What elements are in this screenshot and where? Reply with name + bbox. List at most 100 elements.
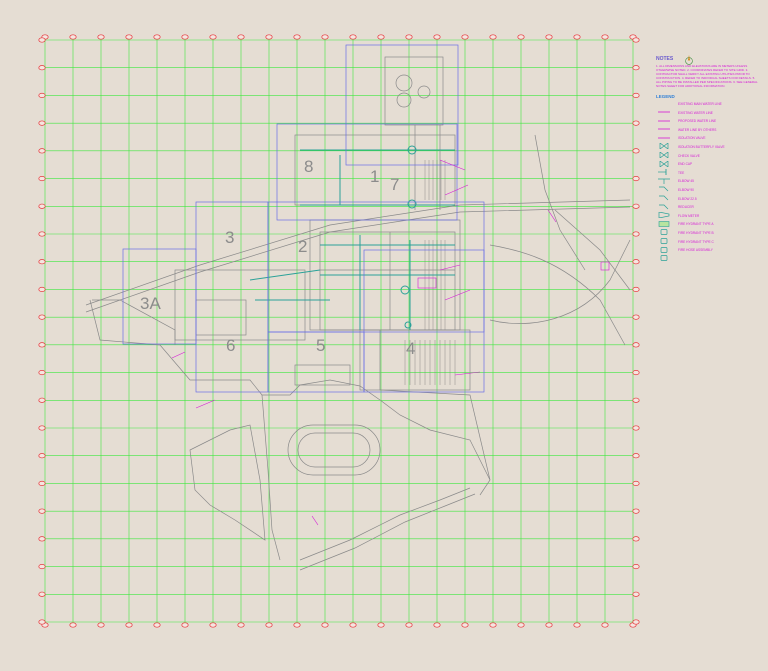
legend-item-label: FIRE HOSE ASSEMBLY — [678, 248, 713, 253]
running-track — [287, 424, 381, 476]
grid-bubble — [632, 425, 640, 431]
zone-6-label: 6 — [226, 336, 235, 355]
grid-bubble — [349, 622, 357, 628]
zone-3a-label: 3A — [140, 294, 161, 313]
grid-bubble — [38, 286, 46, 292]
zone-1-label: 1 — [370, 167, 379, 186]
hydrant-icon — [658, 240, 670, 253]
legend-item-label: FIRE HYDRANT TYPE C — [678, 239, 714, 244]
grid-bubble — [69, 622, 77, 628]
grid-bubble — [38, 480, 46, 486]
grid-bubble — [38, 619, 46, 625]
grid-bubble — [209, 34, 217, 40]
grid-bubble — [38, 591, 46, 597]
legend-item: FLOW METER — [652, 213, 764, 227]
grid-bubble — [632, 480, 640, 486]
grid-bubble — [69, 34, 77, 40]
grid-bubble — [632, 370, 640, 376]
hydrant-icon — [658, 231, 670, 244]
legend-item: FIRE HYDRANT TYPE C — [652, 239, 764, 253]
grid-bubble — [97, 622, 105, 628]
zone-numbers: 1 2 3 3A 4 5 6 7 8 — [140, 157, 415, 358]
legend-item: ISOLATION VALVE — [652, 135, 764, 151]
grid-bubble — [632, 342, 640, 348]
interchange-road-2 — [554, 209, 631, 291]
grid-bubble — [632, 397, 640, 403]
zone-8-label: 8 — [304, 157, 313, 176]
grid-bubble — [573, 622, 581, 628]
grid-bubble — [38, 203, 46, 209]
tee-icon — [658, 171, 670, 184]
southern-road — [299, 487, 471, 561]
grid-bubble — [38, 508, 46, 514]
grid-bubble — [38, 231, 46, 237]
grid-bubble — [433, 34, 441, 40]
legend-item: EXISTING MAIN WATER LINE — [652, 101, 764, 113]
grid-bubble — [461, 34, 469, 40]
grid-bubble — [545, 34, 553, 40]
grid-bubble — [632, 120, 640, 126]
grid-bubble — [632, 176, 640, 182]
elbow-icon — [658, 197, 670, 209]
grid-bubble — [461, 622, 469, 628]
legend-item: WATER LINE BY OTHERS — [652, 127, 764, 139]
southern-road-edge — [299, 493, 476, 571]
grid-bubble — [632, 453, 640, 459]
tank-3 — [417, 85, 431, 99]
legend-item: ELBOW 22.5 — [652, 196, 764, 209]
grid-bubble — [632, 591, 640, 597]
legend-item: EXISTING WATER LINE — [652, 110, 764, 121]
legend-item-label: FIRE HYDRANT TYPE A — [678, 222, 714, 227]
legend-item-label: FIRE HYDRANT TYPE B — [678, 230, 714, 235]
highway-road-edge — [85, 206, 631, 313]
grid-bubble — [632, 65, 640, 71]
campus-cross-road — [320, 232, 455, 330]
legend-item-label: ELBOW 22.5 — [678, 196, 697, 201]
grid-bubble — [209, 622, 217, 628]
grid-bubble — [181, 622, 189, 628]
grid-bubble — [632, 314, 640, 320]
grid-bubble — [265, 34, 273, 40]
site-boundary — [89, 299, 491, 496]
spur-3a — [92, 299, 176, 345]
sheet-box-7 — [345, 44, 459, 166]
grid-bubble — [517, 34, 525, 40]
grid-bubble — [632, 508, 640, 514]
legend-title: LEGEND — [656, 94, 675, 99]
grid-bubble — [573, 34, 581, 40]
grid-bubble — [38, 397, 46, 403]
coordinate-grid — [44, 39, 634, 623]
legend-item-label: EXISTING WATER LINE — [678, 110, 713, 115]
elbow-icon — [658, 179, 670, 192]
grid-bubble — [38, 425, 46, 431]
grid-bubble — [349, 34, 357, 40]
valve-icon — [658, 136, 670, 151]
grid-bubble — [153, 622, 161, 628]
cap-icon — [658, 162, 670, 176]
legend-item-label: PROPOSED WATER LINE — [678, 119, 717, 124]
campus-block-west — [174, 269, 306, 341]
zone-4-label: 4 — [406, 339, 415, 358]
legend-item: FIRE HOSE ASSEMBLY — [652, 247, 764, 261]
zone-5-label: 5 — [316, 336, 325, 355]
grid-bubble — [632, 536, 640, 542]
grid-bubble — [181, 34, 189, 40]
legend-item: TEE — [652, 170, 764, 184]
grid-bubble — [125, 34, 133, 40]
grid-bubble — [377, 622, 385, 628]
grid-bubble — [38, 259, 46, 265]
grid-bubble — [632, 619, 640, 625]
legend-item-label: ISOLATION BUTTERFLY VALVE — [678, 144, 725, 149]
legend-item-label: REDUCER — [678, 205, 694, 210]
interchange-ramp-2 — [489, 239, 631, 324]
grid-bubble — [38, 536, 46, 542]
grid-bubble — [97, 34, 105, 40]
north-compound — [384, 56, 444, 126]
meter-icon — [658, 214, 670, 227]
grid-bubble — [38, 120, 46, 126]
legend-item: FIRE HYDRANT TYPE A — [652, 221, 764, 236]
grid-bubble — [237, 34, 245, 40]
grid-bubble — [632, 92, 640, 98]
valve-icon — [658, 145, 670, 159]
grid-bubble — [38, 342, 46, 348]
